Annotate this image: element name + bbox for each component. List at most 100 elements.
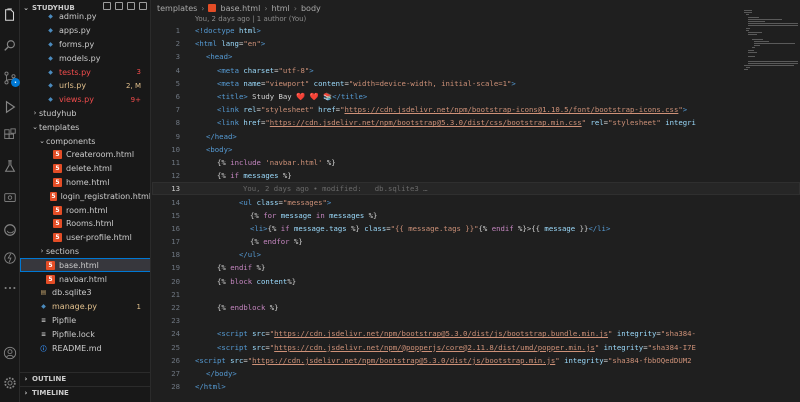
folder-item[interactable]: › studyhub [20,107,150,121]
code-line[interactable]: 17 {% endfor %} [152,235,800,248]
file-item[interactable]: ≡ Pipfile.lock [20,327,150,341]
code-line[interactable]: 7 <link rel="stylesheet" href="https://cd… [152,103,800,116]
file-item[interactable]: 5 base.html [20,258,150,273]
code-token: message.tags [293,223,347,233]
code-line[interactable]: 19 {% endif %} [152,261,800,274]
breadcrumb-item-body[interactable]: body [301,4,321,13]
code-line[interactable]: 3 <head> [152,50,800,63]
collapse-all-icon[interactable] [139,2,147,10]
code-line[interactable]: 27 </body> [152,367,800,380]
code-line[interactable]: 1 <!doctype html> [152,24,800,37]
line-content: <script src="https://cdn.jsdelivr.net/np… [217,329,696,338]
code-line[interactable]: 15 {% for message in messages %} [152,209,800,222]
file-item[interactable]: ◆ admin.py [20,10,150,24]
file-item[interactable]: ◆ apps.py [20,24,150,38]
edge-devtools-icon[interactable] [2,222,18,238]
text-file-icon: ≡ [40,316,47,324]
line-content: </html> [195,382,226,391]
folder-item[interactable]: ⌄ templates [20,120,150,134]
code-line[interactable]: 16 <li>{% if message.tags %} class="{{ me… [152,222,800,235]
code-token: https://cdn.jsdelivr.net/npm/@popperjs/c… [274,342,595,352]
file-item[interactable]: 5 navbar.html [20,272,150,286]
new-file-icon[interactable] [103,2,111,10]
line-content: <body> [206,145,232,154]
file-item[interactable]: ◆ forms.py [20,38,150,52]
code-line[interactable]: 2 <html lang="en"> [152,37,800,50]
file-item[interactable]: 5 Createroom.html [20,148,150,162]
code-line[interactable]: 20 {% block content%} [152,275,800,288]
minimap-line [744,69,748,71]
code-token: endfor [263,237,290,247]
breadcrumb-item-file[interactable]: base.html [220,4,260,13]
code-line[interactable]: 6 <title> Study Bay ❤️ ❤️ 📚</title> [152,90,800,103]
code-token: charset [243,65,275,75]
timeline-panel-header[interactable]: › TIMELINE [20,386,150,399]
code-line[interactable]: 18 </ul> [152,248,800,261]
code-line[interactable]: 13 You, 2 days ago • modified: db.sqlite3… [152,182,800,196]
file-item[interactable]: ⓘ README.md [20,341,150,355]
more-icon[interactable] [2,280,18,296]
line-content: </ul> [239,250,261,259]
thunder-client-icon[interactable] [2,250,18,266]
code-token: https://cdn.jsdelivr.net/npm/bootstrap@5… [274,329,609,339]
breadcrumb-item-html[interactable]: html [272,4,290,13]
code-token: "stylesheet" [260,105,319,115]
files-icon[interactable] [2,7,18,23]
file-label: sections [46,246,79,256]
new-folder-icon[interactable] [115,2,123,10]
folder-item[interactable]: › sections [20,245,150,259]
code-line[interactable]: 10 <body> [152,143,800,156]
minimap-line [748,25,798,27]
code-line[interactable]: 28 </html> [152,380,800,393]
code-line[interactable]: 21 [152,288,800,301]
code-line[interactable]: 23 [152,314,800,327]
code-line[interactable]: 24 <script src="https://cdn.jsdelivr.net/… [152,327,800,340]
extensions-icon[interactable] [2,127,18,143]
file-item[interactable]: ◆ tests.py 3 [20,65,150,79]
code-line[interactable]: 9 </head> [152,130,800,143]
file-item[interactable]: ◆ manage.py 1 [20,300,150,314]
code-line[interactable]: 12 {% if messages %} [152,169,800,182]
minimap[interactable] [740,10,800,90]
file-item[interactable]: 5 user-profile.html [20,231,150,245]
file-label: README.md [52,343,102,353]
refresh-icon[interactable] [127,2,135,10]
file-item[interactable]: 5 home.html [20,176,150,190]
code-line[interactable]: 5 <meta name="viewport" content="width=de… [152,77,800,90]
code-token: <li> [250,223,268,233]
code-line[interactable]: 25 <script src="https://cdn.jsdelivr.net/… [152,341,800,354]
code-token: </body> [206,368,237,378]
code-token: </ul> [239,250,261,260]
code-token: <link [217,118,244,128]
file-item[interactable]: ≡ Pipfile [20,314,150,328]
code-editor[interactable]: templates › base.html › html › body You,… [152,0,800,402]
file-item[interactable]: 5 Rooms.html [20,217,150,231]
code-line[interactable]: 8 <link href="https://cdn.jsdelivr.net/np… [152,116,800,129]
line-number: 25 [171,342,180,352]
remote-explorer-icon[interactable] [2,190,18,206]
code-line[interactable]: 22 {% endblock %} [152,301,800,314]
code-token: "sha384-fbbOQedDUM2 [608,355,692,365]
outline-panel-header[interactable]: › OUTLINE [20,372,150,385]
testing-icon[interactable] [2,158,18,174]
folder-item[interactable]: ⌄ components [20,134,150,148]
code-line[interactable]: 4 <meta charset="utf-8"> [152,64,800,77]
file-item[interactable]: ◆ urls.py 2, M [20,79,150,93]
file-item[interactable]: ▤ db.sqlite3 [20,286,150,300]
file-item[interactable]: 5 room.html [20,203,150,217]
run-debug-icon[interactable] [2,99,18,115]
account-icon[interactable] [2,345,18,361]
code-line[interactable]: 14 <ul class="messages"> [152,195,800,208]
file-item[interactable]: 5 login_registration.html [20,189,150,203]
file-item[interactable]: ◆ views.py 9+ [20,93,150,107]
codelens-blame[interactable]: You, 2 days ago | 1 author (You) [195,15,306,23]
code-line[interactable]: 11 {% include 'navbar.html' %} [152,156,800,169]
file-item[interactable]: ◆ models.py [20,51,150,65]
breadcrumb-item-templates[interactable]: templates [157,4,197,13]
search-icon[interactable] [2,38,18,54]
code-token: ❤️ ❤️ [296,92,324,102]
code-token: https://cdn.jsdelivr.net/npm/bootstrap@5… [252,355,556,365]
code-line[interactable]: 26 <script src="https://cdn.jsdelivr.net/… [152,354,800,367]
file-item[interactable]: 5 delete.html [20,162,150,176]
settings-gear-icon[interactable] [2,375,18,391]
